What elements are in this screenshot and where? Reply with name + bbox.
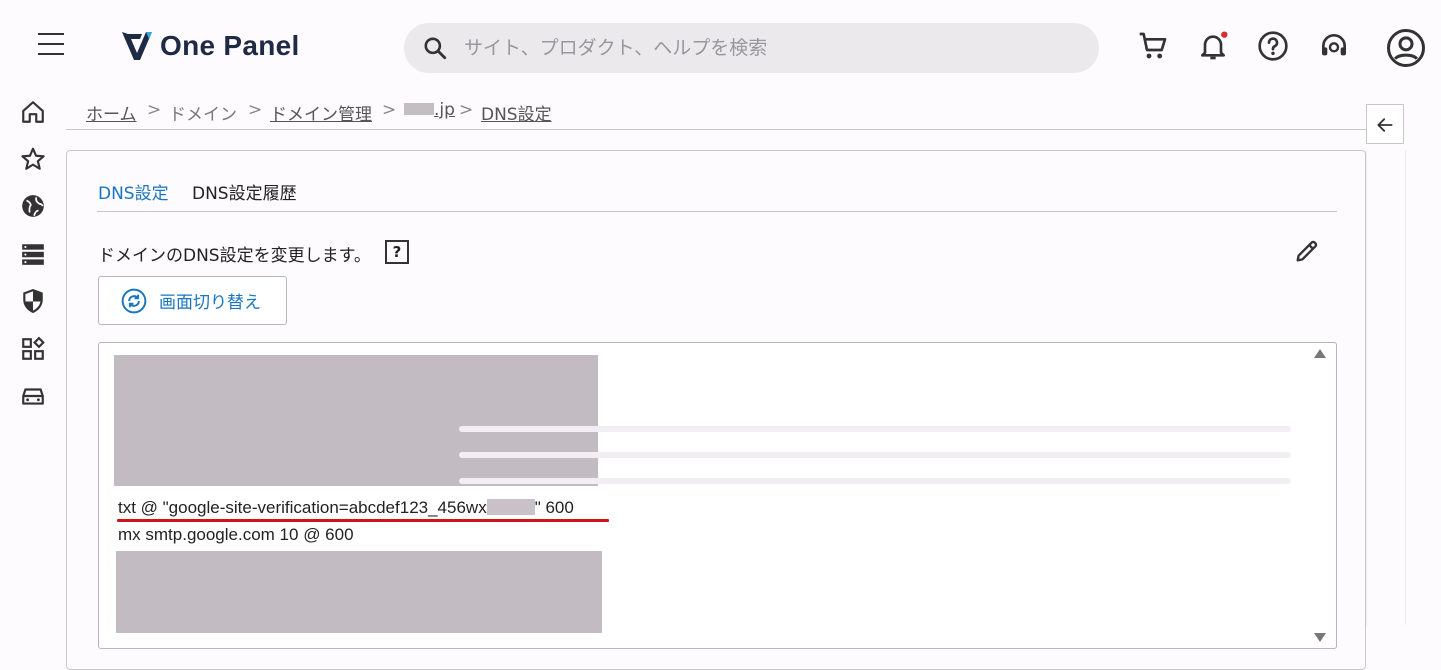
breadcrumb-domain-name[interactable]: .jp — [434, 100, 455, 120]
tab-bar: DNS設定 DNS設定履歴 — [97, 151, 1337, 212]
search-input[interactable] — [462, 36, 1066, 60]
breadcrumb-home[interactable]: ホーム — [86, 100, 137, 125]
redacted-block — [486, 499, 535, 515]
breadcrumb-domain: ドメイン — [169, 105, 237, 125]
car-icon[interactable] — [20, 383, 46, 409]
side-panel-strip — [1366, 150, 1406, 625]
logo-mark-icon — [122, 32, 152, 60]
search-bar[interactable] — [404, 23, 1099, 73]
breadcrumb: ホーム > ドメイン > ドメイン管理 > .jp > DNS設定 — [66, 92, 1366, 130]
help-icon[interactable]: ? — [385, 240, 409, 264]
collapse-panel-button[interactable] — [1366, 104, 1404, 144]
switch-view-button[interactable]: 画面切り替え — [98, 276, 287, 325]
highlight-underline — [117, 519, 609, 522]
txt-record-line: txt @ "google-site-verification=abcdef12… — [118, 498, 574, 518]
account-icon[interactable] — [1386, 28, 1426, 68]
edit-pencil-icon[interactable] — [1293, 237, 1321, 265]
app-header: One Panel — [0, 0, 1441, 92]
notification-dot — [1221, 31, 1228, 38]
logo[interactable]: One Panel — [120, 26, 300, 66]
star-icon[interactable] — [20, 146, 46, 172]
txt-record-suffix: " 600 — [534, 498, 574, 517]
support-icon[interactable] — [1318, 30, 1350, 62]
faint-text-line — [459, 426, 1291, 432]
faint-text-line — [459, 452, 1291, 458]
tab-dns-settings[interactable]: DNS設定 — [98, 179, 169, 204]
server-icon[interactable] — [20, 241, 46, 267]
menu-icon[interactable] — [38, 33, 64, 55]
txt-record-prefix: txt @ "google-site-verification=abcdef12… — [118, 498, 487, 517]
page-description: ドメインのDNS設定を変更します。 — [98, 246, 371, 266]
switch-view-label: 画面切り替え — [159, 293, 261, 313]
mx-record-line: mx smtp.google.com 10 @ 600 — [118, 525, 354, 544]
apps-icon[interactable] — [20, 336, 46, 362]
shield-icon[interactable] — [20, 288, 46, 314]
tab-dns-history[interactable]: DNS設定履歴 — [192, 179, 297, 204]
home-icon[interactable] — [20, 99, 46, 125]
globe-icon[interactable] — [20, 193, 46, 219]
breadcrumb-domain-manage[interactable]: ドメイン管理 — [270, 100, 372, 125]
redacted-block — [404, 103, 434, 115]
faint-text-line — [459, 478, 1291, 484]
redacted-block — [114, 355, 598, 486]
breadcrumb-separator: > — [248, 100, 263, 120]
bell-icon[interactable] — [1197, 30, 1229, 62]
scroll-down-arrow[interactable] — [1314, 633, 1326, 642]
search-icon[interactable] — [422, 35, 448, 61]
sync-icon — [121, 288, 147, 313]
breadcrumb-separator: > — [147, 100, 162, 120]
help-circle-icon[interactable] — [1257, 30, 1289, 62]
breadcrumb-separator: > — [459, 100, 474, 120]
redacted-block — [116, 551, 602, 633]
breadcrumb-dns[interactable]: DNS設定 — [481, 100, 552, 125]
arrow-left-icon — [1377, 118, 1393, 132]
cart-icon[interactable] — [1137, 30, 1169, 62]
logo-text: One Panel — [160, 30, 300, 61]
breadcrumb-separator: > — [382, 100, 397, 120]
dns-records-textarea[interactable]: txt @ "google-site-verification=abcdef12… — [98, 342, 1337, 649]
dns-settings-card: DNS設定 DNS設定履歴 ドメインのDNS設定を変更します。 ? 画面切り替え… — [66, 150, 1366, 670]
scroll-up-arrow[interactable] — [1314, 349, 1326, 358]
